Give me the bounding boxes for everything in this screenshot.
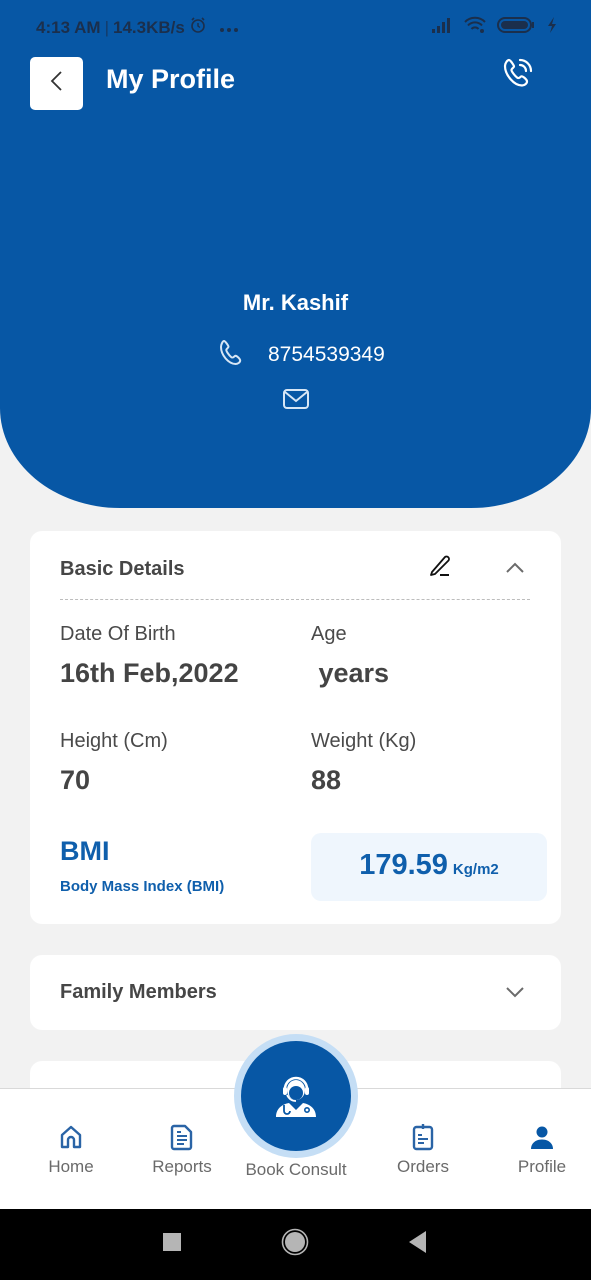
edit-button[interactable]	[428, 553, 454, 579]
square-icon	[163, 1233, 181, 1256]
basic-details-title: Basic Details	[60, 558, 185, 580]
weight-value: 88	[311, 765, 342, 795]
dob-value: 16th Feb,2022	[60, 658, 239, 688]
nav-item-orders[interactable]: Orders	[373, 1089, 473, 1210]
dashed-divider	[60, 599, 530, 600]
user-icon	[529, 1123, 555, 1151]
chevron-down-icon	[502, 979, 528, 1010]
wifi-icon	[463, 16, 487, 39]
status-time: 4:13 AM	[36, 17, 101, 37]
nav-label-profile: Profile	[517, 1157, 567, 1176]
triangle-back-icon	[409, 1231, 427, 1258]
nav-label-reports: Reports	[152, 1157, 212, 1176]
bmi-value: 179.59	[359, 849, 448, 881]
bmi-value-box: 179.59 Kg/m2	[311, 833, 547, 901]
bmi-subtitle: Body Mass Index (BMI)	[60, 878, 225, 895]
age-value: years	[311, 658, 390, 688]
nav-item-profile[interactable]: Profile	[492, 1089, 591, 1210]
charging-icon	[545, 16, 559, 39]
doctor-headset-icon	[273, 1069, 319, 1124]
more-dots-icon	[219, 18, 239, 38]
age-label: Age	[311, 623, 347, 645]
chevron-left-icon	[49, 69, 65, 98]
back-button[interactable]	[30, 57, 83, 110]
mail-icon[interactable]	[282, 387, 310, 416]
page-title: My Profile	[106, 64, 236, 94]
collapse-button[interactable]	[502, 555, 528, 581]
family-members-card[interactable]: Family Members	[30, 955, 561, 1030]
nav-item-home[interactable]: Home	[21, 1089, 121, 1210]
nav-item-reports[interactable]: Reports	[132, 1089, 232, 1210]
home-icon	[58, 1123, 84, 1151]
pencil-icon	[428, 553, 454, 584]
profile-name: Mr. Kashif	[242, 290, 349, 315]
status-bar: 4:13 AM | 14.3KB/s	[0, 0, 591, 52]
battery-icon	[497, 16, 535, 39]
chevron-up-icon	[502, 555, 528, 586]
signal-icon	[431, 17, 453, 38]
book-consult-fab[interactable]	[241, 1041, 351, 1151]
nav-label-book-consult: Book Consult	[245, 1160, 347, 1179]
bmi-title: BMI	[60, 836, 110, 866]
height-value: 70	[60, 765, 91, 795]
bmi-unit: Kg/m2	[452, 861, 499, 878]
alarm-icon	[189, 16, 207, 39]
profile-screen: 4:13 AM | 14.3KB/s My Profile Mr. Kashif…	[0, 0, 591, 1280]
circle-home-icon	[281, 1228, 309, 1261]
status-left: 4:13 AM | 14.3KB/s	[36, 16, 239, 39]
phone-icon	[218, 338, 246, 372]
call-button[interactable]	[500, 57, 536, 93]
home-system-button[interactable]	[275, 1209, 315, 1280]
phone-number: 8754539349	[268, 343, 385, 366]
basic-details-card: Basic Details Date Of Birth 16th Feb,202…	[30, 531, 561, 924]
family-members-title: Family Members	[60, 981, 217, 1003]
system-nav-bar	[0, 1209, 591, 1280]
document-icon	[170, 1123, 194, 1151]
back-system-button[interactable]	[398, 1209, 438, 1280]
phone-row[interactable]: 8754539349	[218, 338, 385, 372]
height-label: Height (Cm)	[60, 730, 168, 752]
expand-button[interactable]	[502, 979, 528, 1005]
clipboard-icon	[411, 1123, 435, 1151]
network-speed: 14.3KB/s	[112, 17, 185, 37]
weight-label: Weight (Kg)	[311, 730, 417, 752]
status-right	[431, 16, 559, 39]
status-separator: |	[104, 17, 109, 37]
recent-apps-button[interactable]	[152, 1209, 192, 1280]
dob-label: Date Of Birth	[60, 623, 176, 645]
phone-call-icon	[501, 56, 535, 95]
nav-label-home: Home	[48, 1157, 94, 1176]
nav-label-orders: Orders	[397, 1157, 449, 1176]
